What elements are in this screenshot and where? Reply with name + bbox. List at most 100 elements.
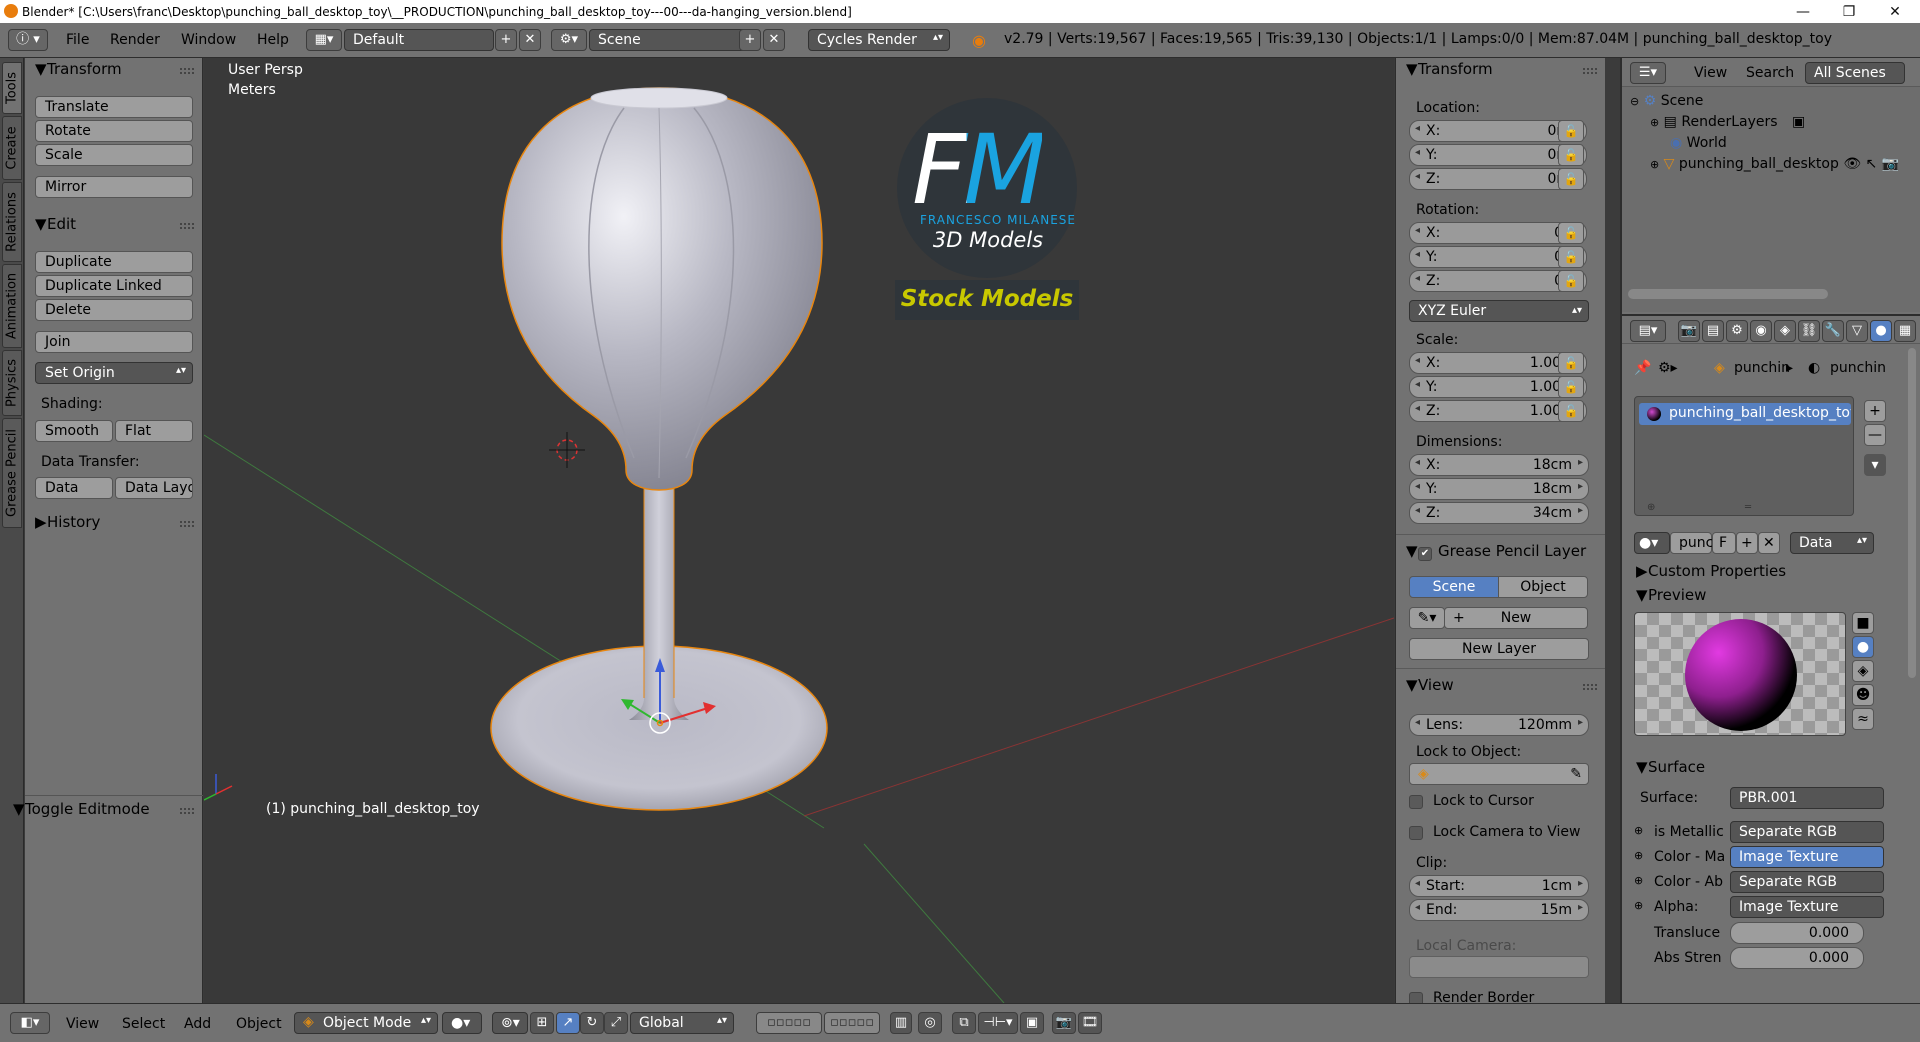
lock-object-field[interactable]: ◈ ✎ bbox=[1409, 763, 1589, 785]
lock-to-cursor-checkbox[interactable] bbox=[1409, 795, 1423, 809]
grease-new-button[interactable]: + New bbox=[1444, 607, 1588, 629]
render-animation-icon[interactable]: 🎞 bbox=[1078, 1012, 1102, 1034]
lock-scale-x-icon[interactable]: 🔓 bbox=[1558, 352, 1584, 374]
material-slot-item[interactable]: punching_ball_desktop_toy bbox=[1639, 403, 1851, 425]
translucence-slider[interactable]: 0.000 bbox=[1730, 922, 1864, 944]
surface-shader-select[interactable]: PBR.001 bbox=[1730, 787, 1884, 809]
history-panel-header[interactable]: ▶History bbox=[35, 513, 100, 531]
renderability-camera-icon[interactable]: 📷 bbox=[1882, 156, 1899, 172]
drag-grip-icon[interactable] bbox=[1583, 684, 1597, 690]
data-tab-icon[interactable]: ▽ bbox=[1846, 320, 1868, 342]
slot-specials-icon[interactable]: ▾ bbox=[1864, 454, 1886, 476]
tab-tools[interactable]: Tools bbox=[2, 62, 22, 114]
surface-panel-header[interactable]: ▼Surface bbox=[1636, 758, 1705, 776]
selectability-cursor-icon[interactable]: ↖ bbox=[1866, 156, 1878, 172]
outliner-display-mode-select[interactable]: All Scenes bbox=[1805, 62, 1905, 84]
scene-icon[interactable]: ⚙▾ bbox=[551, 29, 587, 51]
transform-orientation-select[interactable]: Global ▴▾ bbox=[630, 1012, 734, 1034]
drag-grip-icon[interactable] bbox=[180, 68, 194, 74]
dimensions-x-field[interactable]: ◂ X: 18cm ▸ bbox=[1409, 454, 1589, 476]
delete-button[interactable]: Delete bbox=[35, 299, 193, 321]
render-layers-tab-icon[interactable]: ▤ bbox=[1702, 320, 1724, 342]
preview-sphere-icon[interactable]: ● bbox=[1852, 636, 1874, 658]
transform-panel-header[interactable]: ▼Transform bbox=[35, 60, 122, 78]
render-image-icon[interactable]: 📷 bbox=[1052, 1012, 1076, 1034]
interaction-mode-select[interactable]: ◈ Object Mode ▴▾ bbox=[294, 1012, 438, 1034]
rotate-manipulator-icon[interactable]: ↻ bbox=[580, 1012, 604, 1034]
close-button[interactable]: ✕ bbox=[1872, 0, 1918, 23]
menu-file[interactable]: File bbox=[66, 32, 89, 48]
lock-rotation-x-icon[interactable]: 🔓 bbox=[1558, 222, 1584, 244]
material-name-field[interactable]: punc bbox=[1670, 532, 1713, 554]
data-transfer-layout-button[interactable]: Data Layo bbox=[115, 477, 193, 499]
layout-select[interactable]: Default bbox=[344, 29, 494, 51]
grease-pencil-layers-header[interactable]: ▼ ✔ Grease Pencil Layer bbox=[1406, 542, 1586, 561]
render-tab-icon[interactable]: 📷 bbox=[1678, 320, 1700, 342]
properties-editor-icon[interactable]: ▤▾ bbox=[1630, 320, 1666, 342]
scene-tab-icon[interactable]: ⚙ bbox=[1726, 320, 1748, 342]
data-transfer-data-button[interactable]: Data bbox=[35, 477, 113, 499]
list-grip-icon[interactable]: ═ bbox=[1745, 502, 1751, 513]
eyedropper-icon[interactable]: ✎ bbox=[1570, 764, 1582, 784]
lock-rotation-z-icon[interactable]: 🔓 bbox=[1558, 270, 1584, 292]
set-origin-select[interactable]: Set Origin ▴▾ bbox=[35, 362, 193, 384]
render-border-checkbox[interactable] bbox=[1409, 992, 1423, 1003]
expand-input-icon[interactable]: ⊕ bbox=[1634, 824, 1643, 837]
remove-layout-icon[interactable]: ✕ bbox=[519, 29, 541, 51]
tab-physics[interactable]: Physics bbox=[2, 350, 22, 416]
menu-object[interactable]: Object bbox=[236, 1016, 282, 1032]
preview-cube-icon[interactable]: ◈ bbox=[1852, 660, 1874, 682]
render-engine-select[interactable]: Cycles Render ▴▾ bbox=[808, 29, 950, 51]
editor-type-3d-icon[interactable]: ◧▾ bbox=[10, 1012, 50, 1034]
list-resize-icon[interactable]: ⊕ bbox=[1647, 502, 1655, 513]
fake-user-button[interactable]: F bbox=[1712, 532, 1736, 554]
clip-start-field[interactable]: ◂ Start: 1cm ▸ bbox=[1409, 875, 1589, 897]
custom-properties-header[interactable]: ▶Custom Properties bbox=[1636, 562, 1786, 580]
browse-material-icon[interactable]: ●▾ bbox=[1634, 532, 1670, 554]
add-slot-icon[interactable]: + bbox=[1864, 400, 1886, 422]
grease-pencil-enable-checkbox[interactable]: ✔ bbox=[1418, 547, 1432, 561]
screen-layout-icon[interactable]: ▦▾ bbox=[306, 29, 342, 51]
layers-grid-2[interactable]: ▫▫▫▫▫ bbox=[824, 1012, 880, 1034]
material-link-select[interactable]: Data ▴▾ bbox=[1790, 532, 1874, 554]
menu-select[interactable]: Select bbox=[122, 1016, 165, 1032]
preview-monkey-icon[interactable]: ☻ bbox=[1852, 684, 1874, 706]
outliner-search-menu[interactable]: Search bbox=[1746, 65, 1794, 81]
lock-location-x-icon[interactable]: 🔓 bbox=[1558, 120, 1584, 142]
expand-input-icon[interactable]: ⊕ bbox=[1634, 849, 1643, 862]
lock-camera-checkbox[interactable] bbox=[1409, 826, 1423, 840]
minimize-button[interactable]: — bbox=[1780, 0, 1826, 23]
alpha-input-select[interactable]: Image Texture bbox=[1730, 896, 1884, 918]
new-layer-button[interactable]: New Layer bbox=[1409, 638, 1589, 660]
shading-smooth-button[interactable]: Smooth bbox=[35, 420, 113, 442]
view-panel-header[interactable]: ▼View bbox=[1406, 676, 1454, 694]
lock-scale-y-icon[interactable]: 🔓 bbox=[1558, 376, 1584, 398]
new-material-icon[interactable]: + bbox=[1736, 532, 1758, 554]
dimensions-y-field[interactable]: ◂ Y: 18cm ▸ bbox=[1409, 478, 1589, 500]
drag-grip-icon[interactable] bbox=[180, 223, 194, 229]
color-ab-input-select[interactable]: Separate RGB bbox=[1730, 871, 1884, 893]
pivot-point-select[interactable]: ⊚▾ bbox=[492, 1012, 528, 1034]
translate-manipulator-icon[interactable]: ↗ bbox=[556, 1012, 580, 1034]
render-layer-toggle-icon[interactable]: ▣ bbox=[1792, 114, 1805, 130]
pin-icon[interactable]: 📌 bbox=[1634, 360, 1651, 376]
snap-toggle-icon[interactable]: ⧉ bbox=[952, 1012, 976, 1034]
layers-grid-1[interactable]: ▫▫▫▫▫ bbox=[756, 1012, 822, 1034]
remove-scene-icon[interactable]: ✕ bbox=[763, 29, 785, 51]
texture-tab-icon[interactable]: ▦ bbox=[1894, 320, 1916, 342]
expand-input-icon[interactable]: ⊕ bbox=[1634, 874, 1643, 887]
menu-view[interactable]: View bbox=[66, 1016, 99, 1032]
join-button[interactable]: Join bbox=[35, 331, 193, 353]
tab-create[interactable]: Create bbox=[2, 116, 22, 180]
rotation-mode-select[interactable]: XYZ Euler ▴▾ bbox=[1409, 300, 1589, 322]
outliner-item-renderlayers[interactable]: ⊕ ▤ RenderLayers ▣ bbox=[1650, 114, 1805, 130]
add-scene-icon[interactable]: + bbox=[739, 29, 761, 51]
outliner-view-menu[interactable]: View bbox=[1694, 65, 1727, 81]
scale-manipulator-icon[interactable]: ⤢ bbox=[604, 1012, 628, 1034]
expand-input-icon[interactable]: ⊕ bbox=[1634, 899, 1643, 912]
menu-window[interactable]: Window bbox=[181, 32, 236, 48]
duplicate-linked-button[interactable]: Duplicate Linked bbox=[35, 275, 193, 297]
translate-button[interactable]: Translate bbox=[35, 96, 193, 118]
properties-scrollbar[interactable] bbox=[1908, 348, 1916, 678]
constraints-tab-icon[interactable]: ⛓ bbox=[1798, 320, 1820, 342]
